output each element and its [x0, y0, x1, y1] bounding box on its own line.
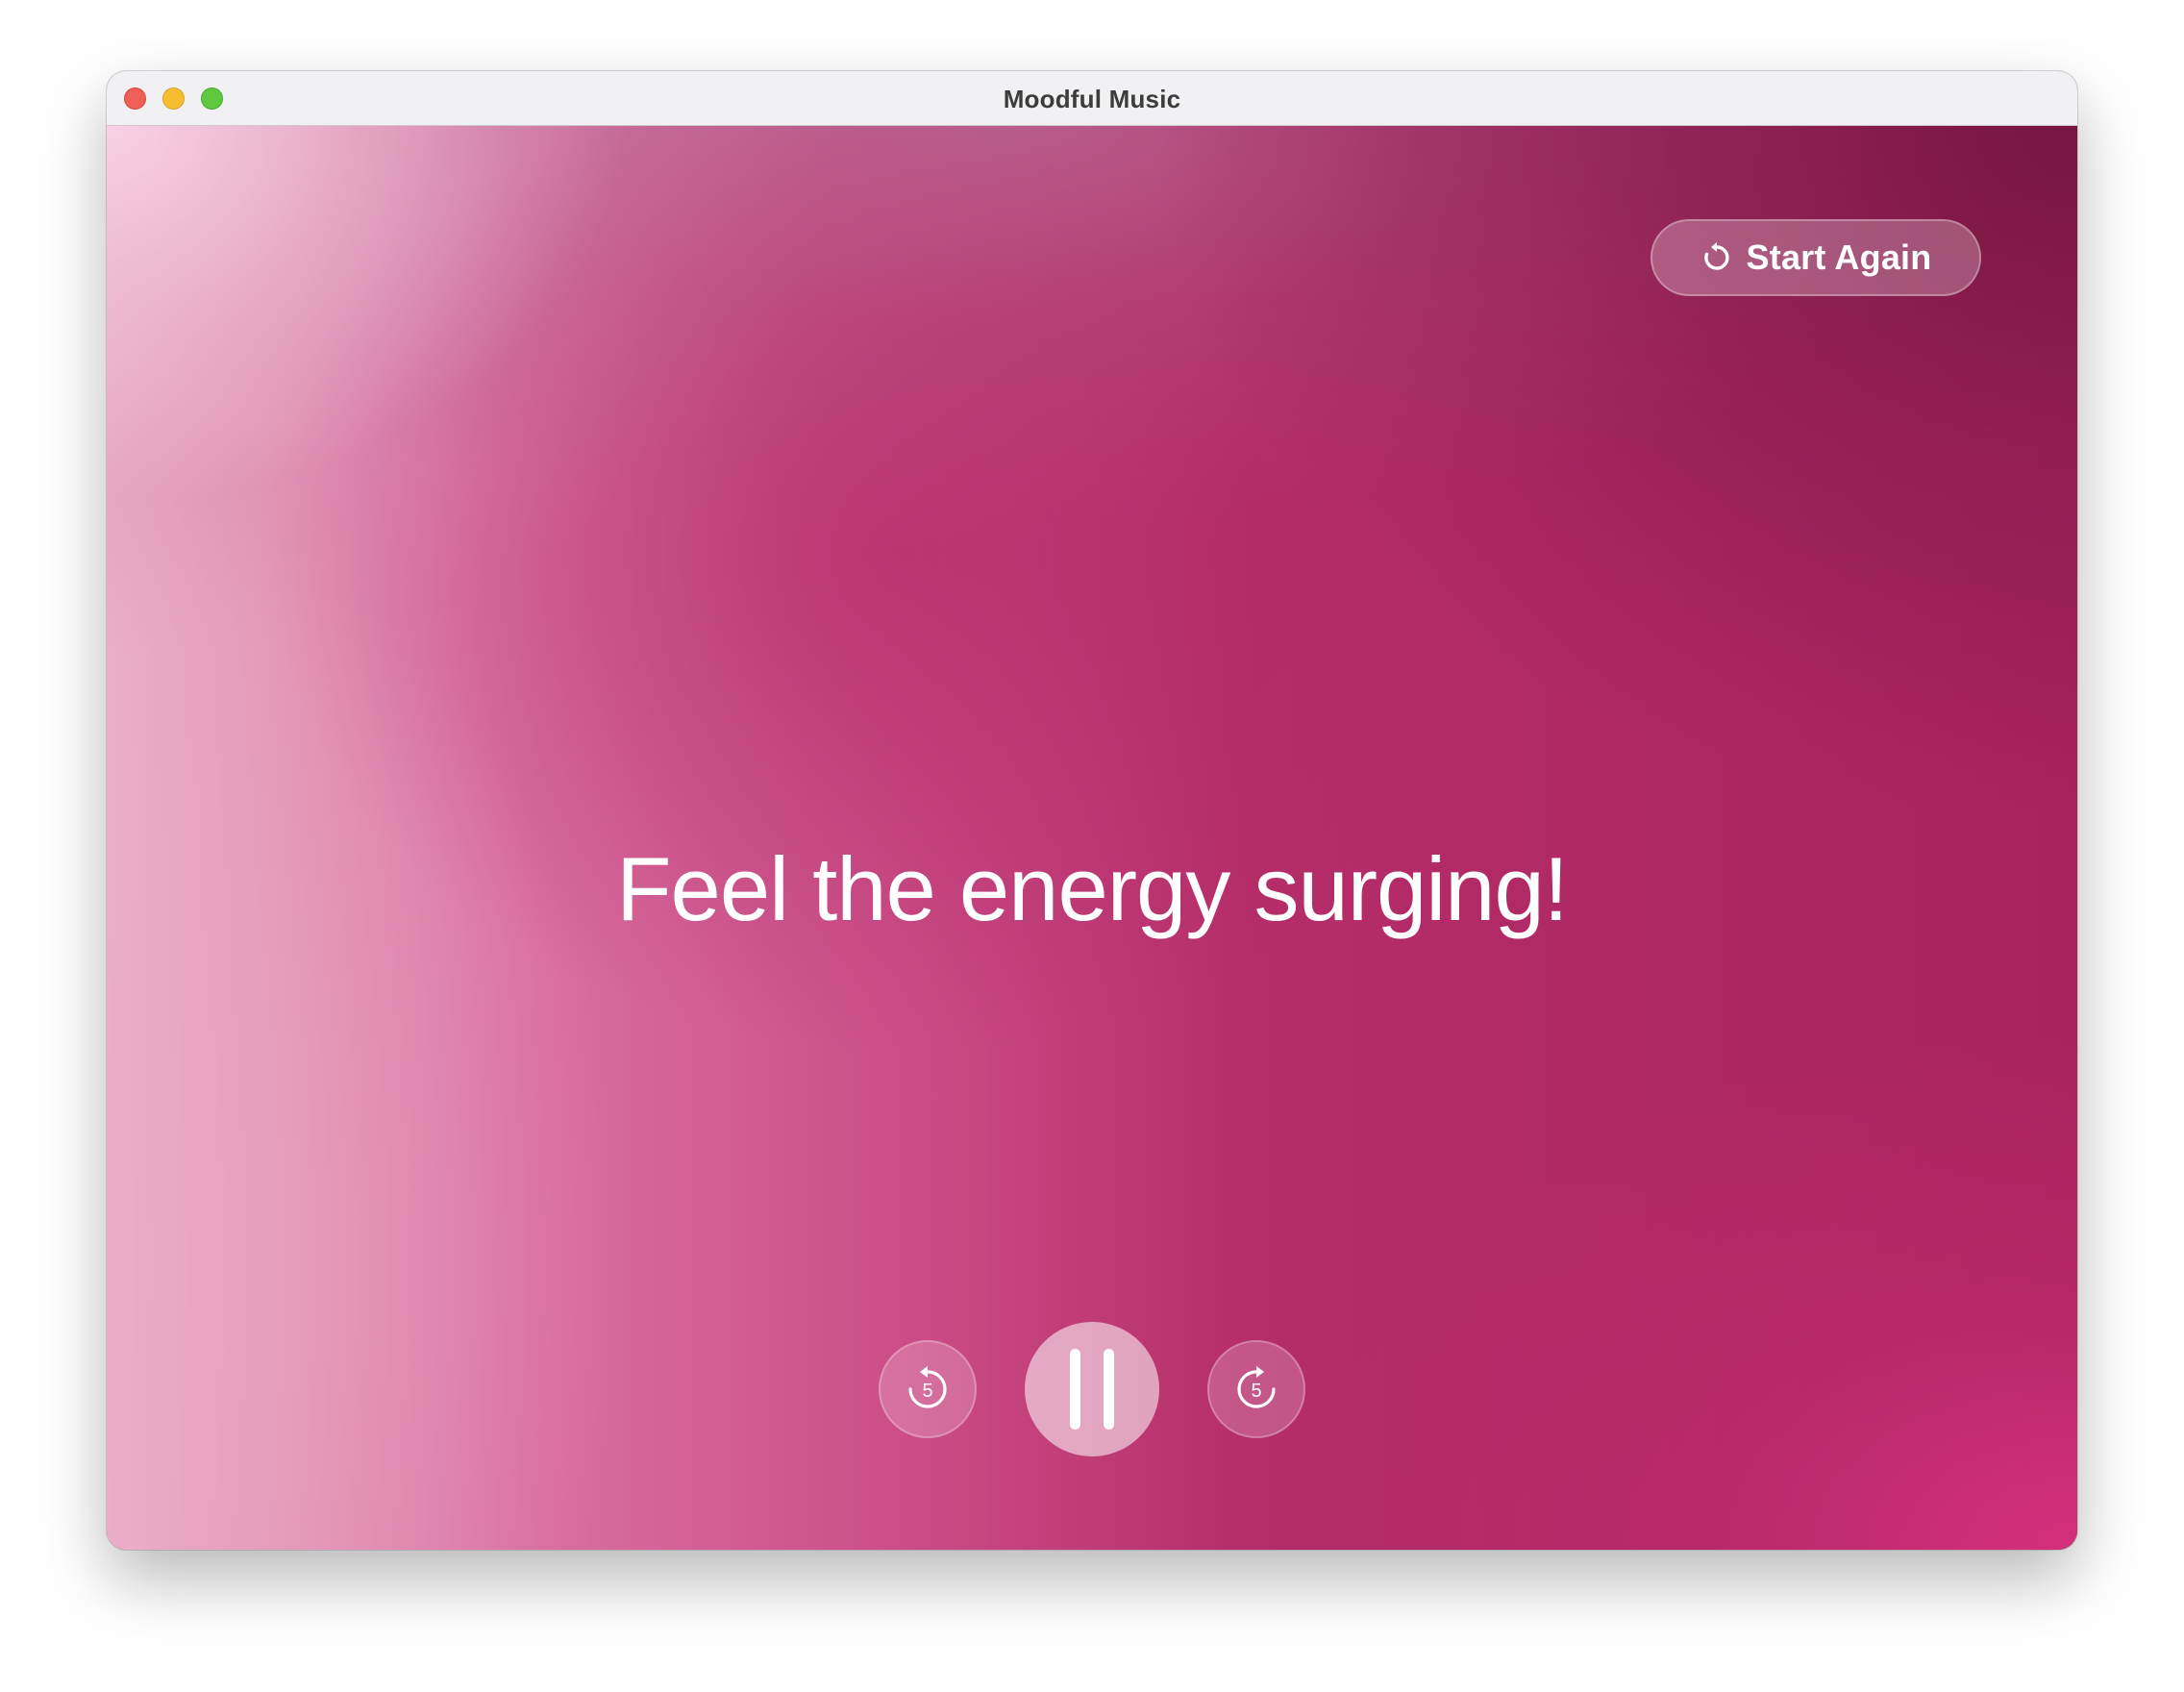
goforward-5-icon: 5: [1237, 1366, 1276, 1408]
mood-canvas: Start Again Feel the energy surging! 5 5: [107, 126, 2077, 1550]
restart-arrow-icon: [1700, 241, 1733, 274]
skip-forward-seconds: 5: [1251, 1381, 1261, 1402]
skip-back-seconds: 5: [922, 1381, 932, 1402]
skip-back-button[interactable]: 5: [879, 1340, 977, 1438]
start-again-label: Start Again: [1746, 237, 1932, 277]
pause-button[interactable]: [1025, 1322, 1159, 1456]
start-again-button[interactable]: Start Again: [1650, 219, 1981, 296]
app-window: Moodful Music Start Again Feel the energ…: [107, 71, 2077, 1550]
gobackward-5-icon: 5: [908, 1366, 947, 1408]
title-bar[interactable]: Moodful Music: [107, 71, 2077, 126]
mood-message: Feel the energy surging!: [616, 838, 1569, 939]
pause-icon: [1070, 1349, 1114, 1430]
window-title: Moodful Music: [1003, 85, 1181, 113]
skip-forward-button[interactable]: 5: [1207, 1340, 1305, 1438]
